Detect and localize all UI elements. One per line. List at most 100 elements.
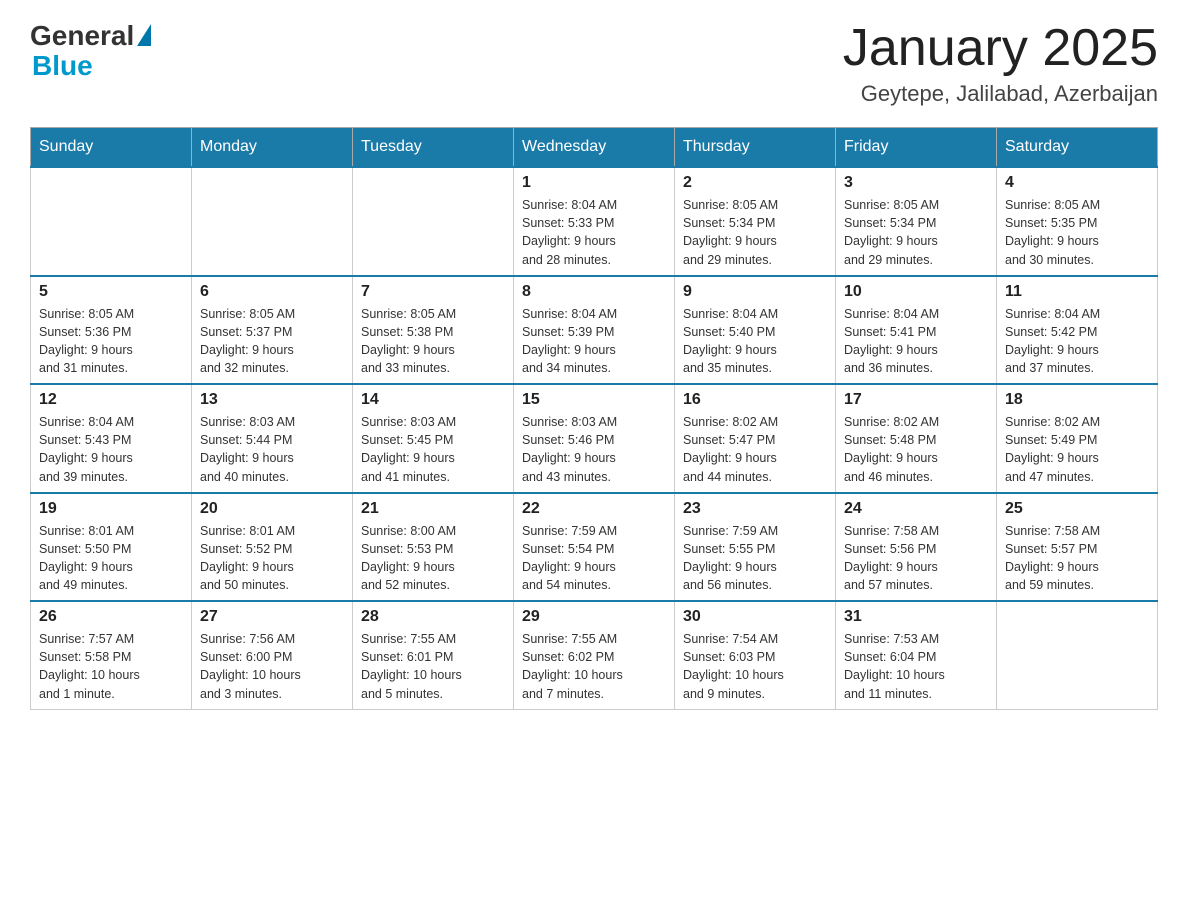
day-info: Sunrise: 7:55 AM Sunset: 6:01 PM Dayligh… (361, 630, 505, 703)
day-cell: 19Sunrise: 8:01 AM Sunset: 5:50 PM Dayli… (31, 493, 192, 602)
day-cell: 2 Sunrise: 8:05 AM Sunset: 5:34 PM Daylig… (675, 167, 836, 276)
day-info: Sunrise: 7:58 AM Sunset: 5:56 PM Dayligh… (844, 522, 988, 595)
day-info: Sunrise: 7:53 AM Sunset: 6:04 PM Dayligh… (844, 630, 988, 703)
day-info: Sunrise: 8:05 AM Sunset: 5:36 PM Dayligh… (39, 305, 183, 378)
day-number: 13 (200, 391, 344, 409)
day-number: 22 (522, 500, 666, 518)
day-number: 3 (844, 174, 988, 192)
day-number: 14 (361, 391, 505, 409)
day-number: 12 (39, 391, 183, 409)
week-row-2: 5 Sunrise: 8:05 AM Sunset: 5:36 PM Daylig… (31, 276, 1158, 385)
week-row-1: 1 Sunrise: 8:04 AM Sunset: 5:33 PM Daylig… (31, 167, 1158, 276)
day-number: 28 (361, 608, 505, 626)
calendar-title: January 2025 (843, 20, 1158, 77)
day-cell: 20 Sunrise: 8:01 AM Sunset: 5:52 PM Dayli… (192, 493, 353, 602)
day-cell: 28 Sunrise: 7:55 AM Sunset: 6:01 PM Dayli… (353, 601, 514, 709)
day-number: 30 (683, 608, 827, 626)
day-cell (997, 601, 1158, 709)
day-number: 31 (844, 608, 988, 626)
day-info: Sunrise: 7:56 AM Sunset: 6:00 PM Dayligh… (200, 630, 344, 703)
day-cell: 18 Sunrise: 8:02 AM Sunset: 5:49 PM Dayli… (997, 384, 1158, 493)
logo-blue-text: Blue (32, 50, 93, 82)
day-info: Sunrise: 8:05 AM Sunset: 5:34 PM Dayligh… (683, 196, 827, 269)
day-info: Sunrise: 8:02 AM Sunset: 5:49 PM Dayligh… (1005, 413, 1149, 486)
day-cell (192, 167, 353, 276)
day-info: Sunrise: 7:58 AM Sunset: 5:57 PM Dayligh… (1005, 522, 1149, 595)
day-info: Sunrise: 8:02 AM Sunset: 5:48 PM Dayligh… (844, 413, 988, 486)
header-row: SundayMondayTuesdayWednesdayThursdayFrid… (31, 128, 1158, 168)
day-info: Sunrise: 8:03 AM Sunset: 5:45 PM Dayligh… (361, 413, 505, 486)
day-info: Sunrise: 8:05 AM Sunset: 5:35 PM Dayligh… (1005, 196, 1149, 269)
column-header-wednesday: Wednesday (514, 128, 675, 168)
column-header-friday: Friday (836, 128, 997, 168)
day-number: 18 (1005, 391, 1149, 409)
calendar-table: SundayMondayTuesdayWednesdayThursdayFrid… (30, 127, 1158, 710)
day-info: Sunrise: 7:55 AM Sunset: 6:02 PM Dayligh… (522, 630, 666, 703)
day-cell: 23Sunrise: 7:59 AM Sunset: 5:55 PM Dayli… (675, 493, 836, 602)
day-number: 11 (1005, 283, 1149, 301)
day-cell: 31 Sunrise: 7:53 AM Sunset: 6:04 PM Dayli… (836, 601, 997, 709)
column-header-saturday: Saturday (997, 128, 1158, 168)
column-header-thursday: Thursday (675, 128, 836, 168)
day-cell (31, 167, 192, 276)
day-cell: 8 Sunrise: 8:04 AM Sunset: 5:39 PM Daylig… (514, 276, 675, 385)
day-number: 25 (1005, 500, 1149, 518)
day-number: 7 (361, 283, 505, 301)
day-info: Sunrise: 8:04 AM Sunset: 5:33 PM Dayligh… (522, 196, 666, 269)
day-cell: 16 Sunrise: 8:02 AM Sunset: 5:47 PM Dayli… (675, 384, 836, 493)
day-cell: 25 Sunrise: 7:58 AM Sunset: 5:57 PM Dayli… (997, 493, 1158, 602)
day-info: Sunrise: 8:00 AM Sunset: 5:53 PM Dayligh… (361, 522, 505, 595)
day-cell: 1 Sunrise: 8:04 AM Sunset: 5:33 PM Daylig… (514, 167, 675, 276)
day-info: Sunrise: 8:01 AM Sunset: 5:50 PM Dayligh… (39, 522, 183, 595)
week-row-3: 12 Sunrise: 8:04 AM Sunset: 5:43 PM Dayli… (31, 384, 1158, 493)
column-header-sunday: Sunday (31, 128, 192, 168)
day-cell: 6Sunrise: 8:05 AM Sunset: 5:37 PM Daylig… (192, 276, 353, 385)
day-number: 29 (522, 608, 666, 626)
day-number: 10 (844, 283, 988, 301)
day-number: 8 (522, 283, 666, 301)
day-info: Sunrise: 8:02 AM Sunset: 5:47 PM Dayligh… (683, 413, 827, 486)
calendar-location: Geytepe, Jalilabad, Azerbaijan (843, 81, 1158, 107)
logo: General Blue (30, 20, 151, 82)
day-info: Sunrise: 8:03 AM Sunset: 5:46 PM Dayligh… (522, 413, 666, 486)
day-info: Sunrise: 8:04 AM Sunset: 5:41 PM Dayligh… (844, 305, 988, 378)
day-number: 20 (200, 500, 344, 518)
title-section: January 2025 Geytepe, Jalilabad, Azerbai… (843, 20, 1158, 107)
day-number: 4 (1005, 174, 1149, 192)
week-row-4: 19Sunrise: 8:01 AM Sunset: 5:50 PM Dayli… (31, 493, 1158, 602)
day-info: Sunrise: 7:57 AM Sunset: 5:58 PM Dayligh… (39, 630, 183, 703)
day-cell: 30 Sunrise: 7:54 AM Sunset: 6:03 PM Dayli… (675, 601, 836, 709)
column-header-monday: Monday (192, 128, 353, 168)
day-cell: 5 Sunrise: 8:05 AM Sunset: 5:36 PM Daylig… (31, 276, 192, 385)
day-info: Sunrise: 8:04 AM Sunset: 5:40 PM Dayligh… (683, 305, 827, 378)
day-number: 24 (844, 500, 988, 518)
day-info: Sunrise: 8:01 AM Sunset: 5:52 PM Dayligh… (200, 522, 344, 595)
page-header: General Blue January 2025 Geytepe, Jalil… (30, 20, 1158, 107)
day-info: Sunrise: 8:05 AM Sunset: 5:38 PM Dayligh… (361, 305, 505, 378)
day-number: 1 (522, 174, 666, 192)
day-number: 26 (39, 608, 183, 626)
day-info: Sunrise: 7:54 AM Sunset: 6:03 PM Dayligh… (683, 630, 827, 703)
day-info: Sunrise: 8:04 AM Sunset: 5:43 PM Dayligh… (39, 413, 183, 486)
day-number: 2 (683, 174, 827, 192)
day-cell: 3 Sunrise: 8:05 AM Sunset: 5:34 PM Daylig… (836, 167, 997, 276)
week-row-5: 26 Sunrise: 7:57 AM Sunset: 5:58 PM Dayli… (31, 601, 1158, 709)
day-number: 21 (361, 500, 505, 518)
day-cell: 4 Sunrise: 8:05 AM Sunset: 5:35 PM Daylig… (997, 167, 1158, 276)
day-info: Sunrise: 8:05 AM Sunset: 5:37 PM Dayligh… (200, 305, 344, 378)
day-cell: 29 Sunrise: 7:55 AM Sunset: 6:02 PM Dayli… (514, 601, 675, 709)
day-cell: 22 Sunrise: 7:59 AM Sunset: 5:54 PM Dayli… (514, 493, 675, 602)
day-info: Sunrise: 8:05 AM Sunset: 5:34 PM Dayligh… (844, 196, 988, 269)
day-number: 15 (522, 391, 666, 409)
day-cell: 21 Sunrise: 8:00 AM Sunset: 5:53 PM Dayli… (353, 493, 514, 602)
day-cell: 27Sunrise: 7:56 AM Sunset: 6:00 PM Dayli… (192, 601, 353, 709)
day-number: 16 (683, 391, 827, 409)
day-info: Sunrise: 8:03 AM Sunset: 5:44 PM Dayligh… (200, 413, 344, 486)
logo-triangle-icon (137, 24, 151, 46)
day-cell: 14 Sunrise: 8:03 AM Sunset: 5:45 PM Dayli… (353, 384, 514, 493)
day-info: Sunrise: 8:04 AM Sunset: 5:39 PM Dayligh… (522, 305, 666, 378)
day-cell: 17Sunrise: 8:02 AM Sunset: 5:48 PM Dayli… (836, 384, 997, 493)
day-number: 5 (39, 283, 183, 301)
day-info: Sunrise: 7:59 AM Sunset: 5:54 PM Dayligh… (522, 522, 666, 595)
day-info: Sunrise: 8:04 AM Sunset: 5:42 PM Dayligh… (1005, 305, 1149, 378)
